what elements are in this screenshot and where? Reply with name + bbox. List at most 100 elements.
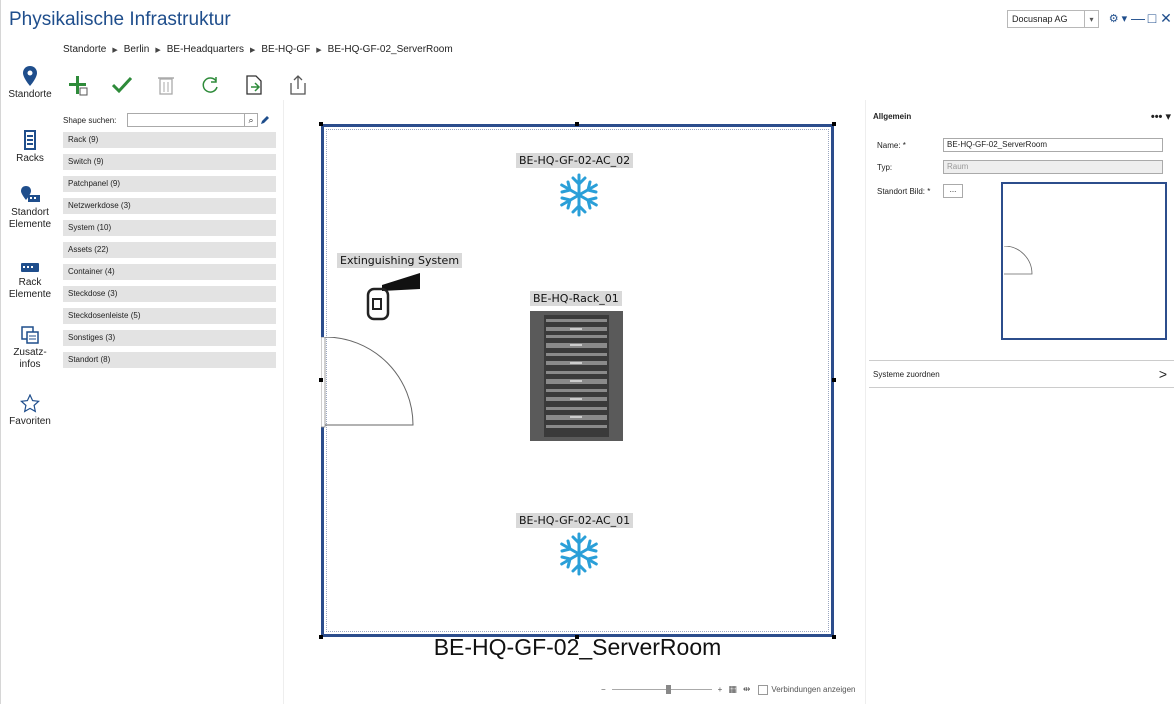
shape-search: Shape suchen: ⌕ [63, 112, 279, 128]
breadcrumb-item[interactable]: BE-HQ-GF [261, 44, 310, 55]
type-row: Typ: Raum [877, 160, 1163, 174]
share-icon [290, 75, 306, 95]
settings-button[interactable]: ⚙ ▾ [1105, 9, 1131, 27]
add-button[interactable] [67, 73, 89, 97]
panel-divider[interactable] [283, 100, 284, 704]
search-icon[interactable]: ⌕ [244, 113, 258, 127]
share-button[interactable] [287, 73, 309, 97]
toolbar [67, 70, 331, 100]
extinguisher-label[interactable]: Extinguishing System [337, 253, 463, 268]
shape-category[interactable]: Steckdose (3) [63, 286, 276, 302]
nav-item-zusatzinfos[interactable]: Zusatz-infos [1, 326, 59, 371]
breadcrumb-item[interactable]: Standorte [63, 44, 106, 55]
assign-systems-row[interactable]: Systeme zuordnen > [869, 360, 1174, 388]
room-name-label: BE-HQ-GF-02_ServerRoom [433, 634, 722, 660]
minimize-button[interactable]: — [1131, 9, 1145, 27]
nav-item-label: Racks [16, 153, 44, 164]
type-label: Typ: [877, 162, 893, 172]
nav-item-racks[interactable]: Racks [1, 130, 59, 165]
breadcrumb-separator-icon: ▶ [316, 46, 322, 54]
delete-button[interactable] [155, 73, 177, 97]
zoom-in-button[interactable]: + [718, 685, 723, 694]
zoom-slider[interactable] [611, 685, 712, 694]
shape-category[interactable]: Steckdosenleiste (5) [63, 308, 276, 324]
browse-image-button[interactable]: ... [943, 184, 963, 198]
nav-item-label: Rack Elemente [8, 277, 52, 300]
ac-top-label[interactable]: BE-HQ-GF-02-AC_02 [516, 153, 634, 168]
snowflake-icon[interactable] [557, 532, 601, 576]
rack-elements-icon [21, 263, 39, 272]
zoom-bar: − + ▦ ⇹ Verbindungen anzeigen [601, 684, 855, 695]
breadcrumb-item[interactable]: Berlin [124, 44, 150, 55]
shape-category[interactable]: Standort (8) [63, 352, 276, 368]
rack-label[interactable]: BE-HQ-Rack_01 [530, 291, 622, 306]
nav-item-standort-elemente[interactable]: Standort Elemente [1, 186, 59, 231]
location-pin-icon [23, 66, 37, 86]
additional-info-icon [21, 326, 39, 344]
shape-category[interactable]: System (10) [63, 220, 276, 236]
shape-category[interactable]: Netzwerkdose (3) [63, 198, 276, 214]
image-label: Standort Bild: * [877, 186, 931, 196]
resize-handle[interactable] [832, 122, 836, 126]
room-shape[interactable]: BE-HQ-GF-02-AC_02 Extinguishing System B… [321, 124, 834, 637]
company-select[interactable]: Docusnap AG ▾ [1007, 10, 1099, 28]
section-title: Allgemein [873, 112, 912, 121]
snowflake-icon[interactable] [557, 173, 601, 217]
shape-category[interactable]: Container (4) [63, 264, 276, 280]
shape-category[interactable]: Rack (9) [63, 132, 276, 148]
breadcrumb-separator-icon: ▶ [112, 46, 118, 54]
nav-item-label: Zusatz-infos [13, 347, 47, 370]
save-button[interactable] [111, 73, 133, 97]
nav-item-rack-elemente[interactable]: Rack Elemente [1, 260, 59, 301]
connections-checkbox[interactable] [758, 684, 769, 695]
extinguisher-icon[interactable] [362, 269, 424, 321]
shape-search-label: Shape suchen: [63, 115, 117, 125]
export-icon [246, 75, 262, 95]
rack-icon [24, 130, 36, 150]
zoom-out-button[interactable]: − [601, 685, 606, 694]
fit-width-icon[interactable]: ⇹ [743, 684, 751, 695]
resize-handle[interactable] [319, 378, 323, 382]
server-rack-icon[interactable] [530, 311, 623, 441]
refresh-button[interactable] [199, 73, 221, 97]
shape-panel: Shape suchen: ⌕ Rack (9) Switch (9) Patc… [63, 112, 279, 374]
nav-item-label: Standorte [8, 89, 52, 100]
app-window: Physikalische Infrastruktur Docusnap AG … [0, 0, 1174, 704]
name-field[interactable]: BE-HQ-GF-02_ServerRoom [943, 138, 1163, 152]
fit-page-icon[interactable]: ▦ [728, 684, 737, 695]
shape-search-input[interactable] [127, 113, 245, 127]
shape-category[interactable]: Patchpanel (9) [63, 176, 276, 192]
zoom-slider-thumb[interactable] [665, 685, 671, 694]
name-row: Name: * BE-HQ-GF-02_ServerRoom [877, 138, 1163, 152]
maximize-button[interactable]: □ [1145, 9, 1159, 27]
drawing-canvas[interactable]: BE-HQ-GF-02-AC_02 Extinguishing System B… [285, 102, 853, 704]
chevron-down-icon[interactable]: ▾ [1084, 11, 1098, 27]
chevron-right-icon[interactable]: > [1159, 366, 1167, 382]
ac-bottom-label[interactable]: BE-HQ-GF-02-AC_01 [516, 513, 634, 528]
door-icon[interactable] [321, 337, 417, 433]
door-icon [1003, 246, 1033, 275]
more-menu-button[interactable]: ••• ▾ [1151, 108, 1171, 126]
close-button[interactable]: ✕ [1159, 9, 1173, 27]
type-field: Raum [943, 160, 1163, 174]
image-row: Standort Bild: * ... [877, 184, 963, 198]
breadcrumb-separator-icon: ▶ [250, 46, 256, 54]
panel-divider[interactable] [865, 100, 866, 704]
resize-handle[interactable] [832, 378, 836, 382]
pen-icon[interactable] [258, 113, 272, 127]
resize-handle[interactable] [319, 122, 323, 126]
breadcrumb-item[interactable]: BE-HQ-GF-02_ServerRoom [328, 44, 453, 55]
nav-item-label: Standort Elemente [8, 207, 52, 230]
resize-handle[interactable] [575, 122, 579, 126]
shape-category[interactable]: Switch (9) [63, 154, 276, 170]
breadcrumb: Standorte ▶ Berlin ▶ BE-Headquarters ▶ B… [63, 44, 453, 55]
export-button[interactable] [243, 73, 265, 97]
nav-item-standorte[interactable]: Standorte [1, 66, 59, 101]
properties-header: Allgemein ••• ▾ [869, 108, 1174, 126]
nav-item-favoriten[interactable]: Favoriten [1, 394, 59, 428]
name-label: Name: * [877, 140, 906, 150]
shape-category[interactable]: Sonstiges (3) [63, 330, 276, 346]
breadcrumb-separator-icon: ▶ [155, 46, 161, 54]
breadcrumb-item[interactable]: BE-Headquarters [167, 44, 244, 55]
shape-category[interactable]: Assets (22) [63, 242, 276, 258]
